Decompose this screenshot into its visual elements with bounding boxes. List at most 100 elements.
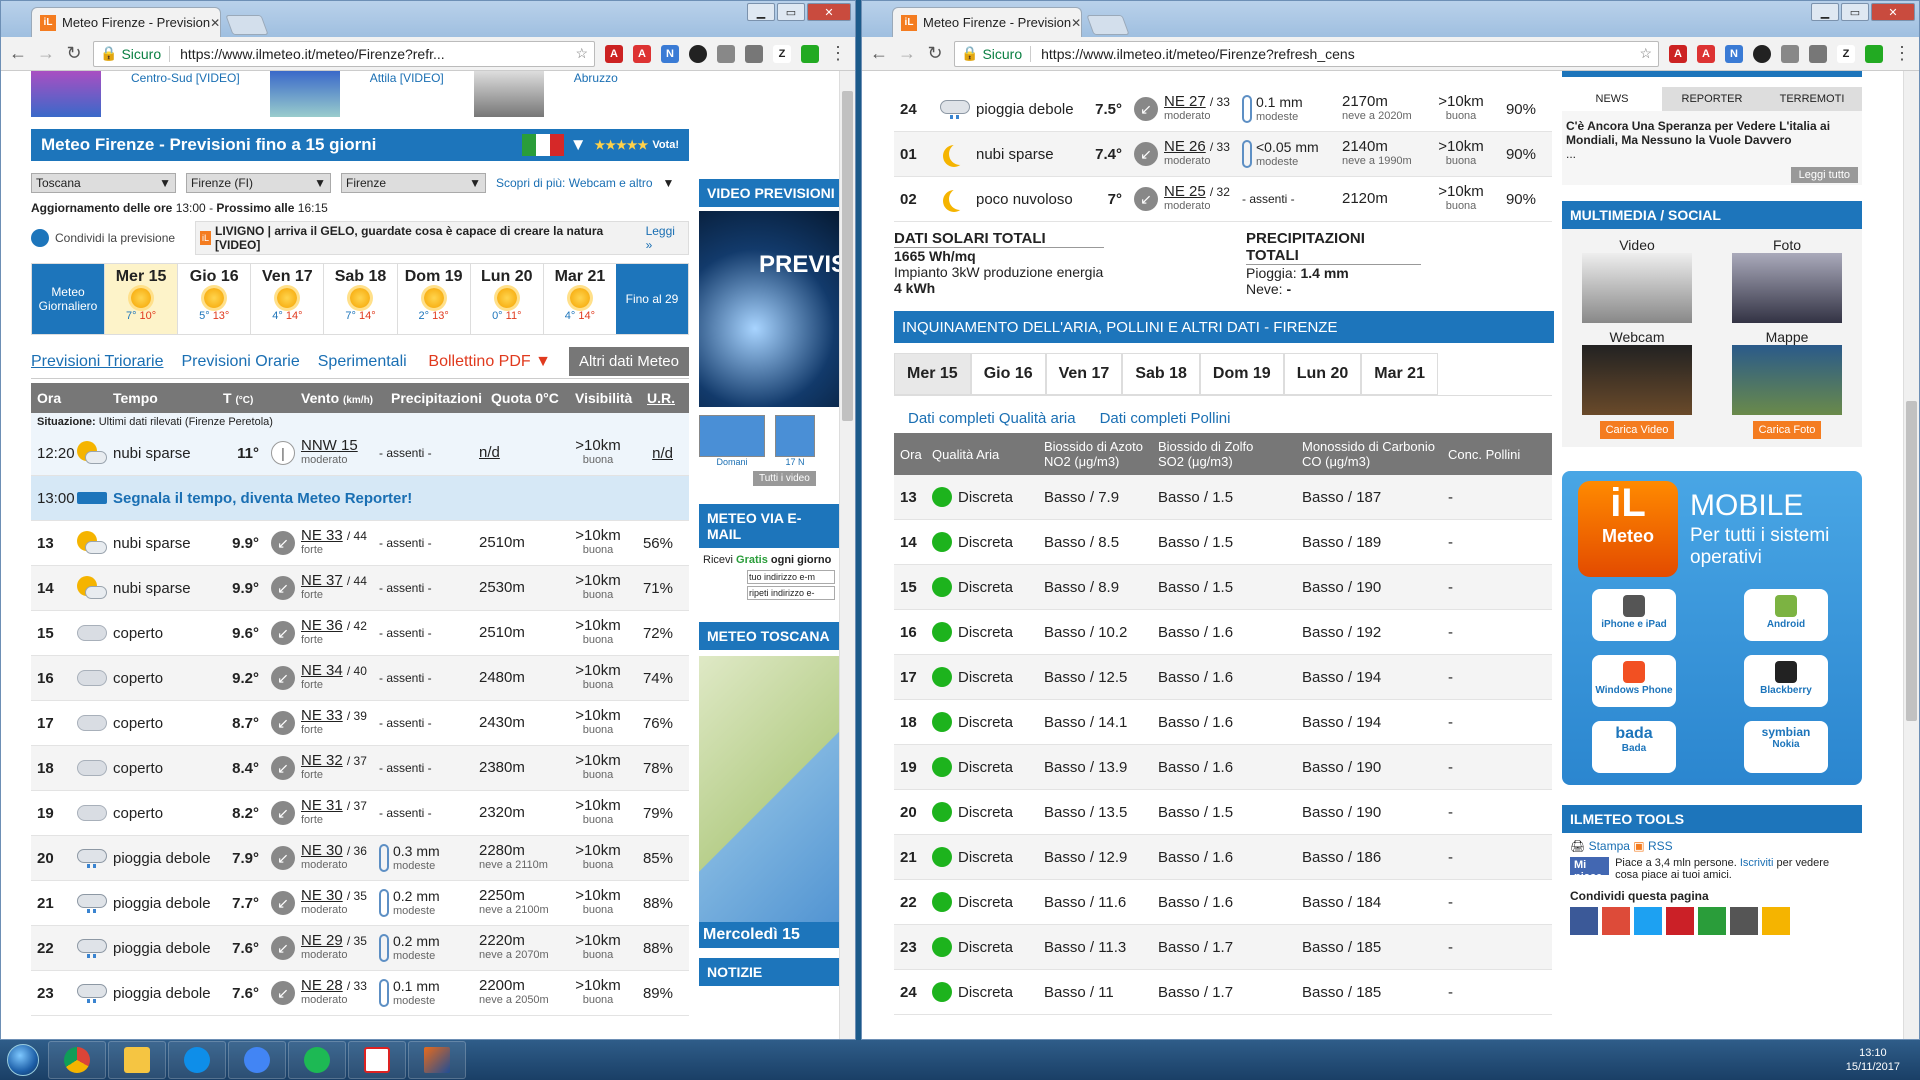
video-player[interactable]: PREVIS	[699, 211, 847, 407]
adblock-extension-icon[interactable]: A	[1697, 44, 1715, 63]
taskbar-teamviewer[interactable]	[168, 1041, 226, 1079]
browser-tab[interactable]: iL Meteo Firenze - Prevision ✕	[31, 7, 221, 37]
day-1[interactable]: Gio 16 5° 13°	[177, 264, 250, 334]
green-extension-icon[interactable]	[801, 44, 819, 63]
taskbar-matlab[interactable]	[408, 1041, 466, 1079]
day-6[interactable]: Mar 21 4° 14°	[542, 264, 616, 334]
mm-webcam[interactable]: Webcam	[1562, 329, 1712, 415]
close-window-button[interactable]: ✕	[807, 3, 851, 21]
app-button[interactable]: iPhone e iPad	[1592, 589, 1676, 641]
pollution-day-tab[interactable]: Mar 21	[1361, 353, 1438, 395]
forward-icon[interactable]: →	[37, 43, 55, 64]
pollution-day-tab[interactable]: Sab 18	[1122, 353, 1200, 395]
taskbar-chrome[interactable]	[48, 1041, 106, 1079]
share-link[interactable]: Condividi la previsione	[55, 231, 195, 245]
day-4[interactable]: Dom 19 2° 13°	[396, 264, 470, 334]
altri-dati-button[interactable]: Altri dati Meteo	[568, 347, 689, 376]
new-tab-button[interactable]	[1086, 15, 1130, 35]
region-select[interactable]: Toscana ▼	[31, 173, 176, 193]
scrollbar[interactable]	[1903, 71, 1919, 1039]
reload-icon[interactable]: ↻	[65, 43, 83, 64]
google-plus-icon[interactable]	[1602, 907, 1630, 935]
video-thumb[interactable]	[473, 71, 544, 117]
news-item[interactable]: C'è Ancora Una Speranza per Vedere L'ita…	[1562, 111, 1862, 163]
pollution-day-tab[interactable]: Dom 19	[1199, 353, 1284, 395]
adblock-extension-icon[interactable]: A	[633, 44, 651, 63]
tab-triorarie[interactable]: Previsioni Triorarie	[31, 353, 163, 371]
video-link[interactable]: Abruzzo	[574, 71, 618, 85]
pinterest-icon[interactable]	[1666, 907, 1694, 935]
app-button[interactable]: symbian Nokia	[1744, 721, 1828, 773]
pdf-extension-icon[interactable]: A	[1669, 44, 1687, 63]
news-banner[interactable]: iL LIVIGNO | arriva il GELO, guardate cos…	[195, 221, 689, 255]
vota-link[interactable]: Vota!	[652, 139, 679, 151]
video-link[interactable]: Centro-Sud [VIDEO]	[131, 71, 240, 85]
tab-news[interactable]: NEWS	[1562, 87, 1662, 111]
zotero-extension-icon[interactable]: Z	[1837, 44, 1855, 63]
close-tab-icon[interactable]: ✕	[1071, 16, 1081, 30]
carica-foto-button[interactable]: Carica Foto	[1752, 421, 1822, 439]
iscriviti-link[interactable]: Iscriviti	[1740, 857, 1774, 869]
video-link[interactable]: Attila [VIDEO]	[370, 71, 444, 85]
province-select[interactable]: Firenze (FI) ▼	[186, 173, 331, 193]
reporter-link[interactable]: Segnala il tempo, diventa Meteo Reporter…	[113, 490, 412, 507]
rss-link[interactable]: RSS	[1648, 839, 1673, 853]
leggi-tutto-button[interactable]: Leggi tutto	[1790, 167, 1858, 183]
star-icon[interactable]: ☆	[1639, 45, 1652, 62]
carica-video-button[interactable]: Carica Video	[1599, 421, 1675, 439]
pdf-extension-icon[interactable]: A	[605, 44, 623, 63]
taskbar-spotify[interactable]	[288, 1041, 346, 1079]
system-clock[interactable]: 13:10 15/11/2017	[1846, 1046, 1920, 1074]
zotero-extension-icon[interactable]: Z	[773, 44, 791, 63]
pollution-day-tab[interactable]: Gio 16	[970, 353, 1046, 395]
tab-orarie[interactable]: Previsioni Orarie	[181, 353, 299, 371]
pollution-day-tab[interactable]: Ven 17	[1045, 353, 1123, 395]
pollution-day-tab[interactable]: Lun 20	[1283, 353, 1362, 395]
tab-sperimentali[interactable]: Sperimentali	[318, 353, 407, 371]
city-select[interactable]: Firenze ▼	[341, 173, 486, 193]
app-button[interactable]: Android	[1744, 589, 1828, 641]
meteo-reporter-row[interactable]: 13:00 Segnala il tempo, diventa Meteo Re…	[31, 476, 689, 521]
favorite-star-icon[interactable]	[1762, 907, 1790, 935]
reload-icon[interactable]: ↻	[926, 43, 944, 64]
maximize-button[interactable]: ▭	[777, 3, 805, 21]
app-button[interactable]: bada Bada	[1592, 721, 1676, 773]
day-2[interactable]: Ven 17 4° 14°	[250, 264, 323, 334]
day-3[interactable]: Sab 18 7° 14°	[323, 264, 396, 334]
bollettino-link[interactable]: Bollettino PDF ▼	[428, 353, 551, 371]
camera-extension-icon[interactable]	[745, 44, 763, 63]
back-icon[interactable]: ←	[870, 43, 888, 64]
scrollbar-thumb[interactable]	[1906, 401, 1917, 721]
star-icon[interactable]: ☆	[575, 45, 588, 62]
video-thumb-domani[interactable]: Domani	[699, 415, 765, 467]
ok-icon[interactable]	[1698, 907, 1726, 935]
video-thumb[interactable]	[31, 71, 101, 117]
taskbar-chrome-2[interactable]	[228, 1041, 286, 1079]
menu-icon[interactable]: ⋮	[829, 43, 847, 64]
share-icon[interactable]	[31, 229, 49, 247]
scrollbar[interactable]	[839, 71, 855, 1039]
link-qualita-aria[interactable]: Dati completi Qualità aria	[908, 410, 1076, 427]
scopri-link[interactable]: Scopri di più: Webcam e altro	[496, 176, 653, 190]
close-tab-icon[interactable]: ✕	[210, 16, 220, 30]
new-extension-icon[interactable]: N	[1725, 44, 1743, 63]
new-tab-button[interactable]	[225, 15, 269, 35]
close-window-button[interactable]: ✕	[1871, 3, 1915, 21]
mm-foto[interactable]: Foto	[1712, 237, 1862, 323]
app-button[interactable]: Blackberry	[1744, 655, 1828, 707]
puzzle-extension-icon[interactable]	[1781, 44, 1799, 63]
chevron-down-icon[interactable]: ▼	[663, 176, 675, 190]
until-29-button[interactable]: Fino al 29	[616, 264, 688, 334]
taskbar-explorer[interactable]	[108, 1041, 166, 1079]
day-5[interactable]: Lun 20 0° 11°	[469, 264, 543, 334]
email-input[interactable]: tuo indirizzo e-m	[747, 570, 835, 584]
rating-stars-icon[interactable]: ★★★★★	[595, 138, 649, 152]
facebook-icon[interactable]	[1570, 907, 1598, 935]
video-thumb-17[interactable]: 17 N	[775, 415, 815, 467]
chevron-down-icon[interactable]: ▼	[570, 135, 587, 155]
mi-piace-button[interactable]: Mi piace	[1570, 857, 1610, 883]
tab-reporter[interactable]: REPORTER	[1662, 87, 1762, 111]
tab-terremoti[interactable]: TERREMOTI	[1762, 87, 1862, 111]
puzzle-extension-icon[interactable]	[717, 44, 735, 63]
daily-button[interactable]: Meteo Giornaliero	[32, 264, 104, 334]
